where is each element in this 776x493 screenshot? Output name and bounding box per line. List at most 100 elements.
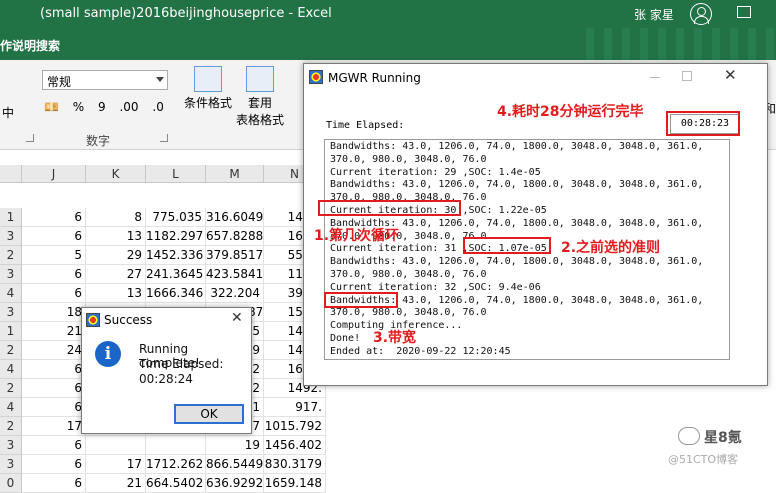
annotation-criterion: 2.之前选的准则 <box>561 240 661 256</box>
table-cell[interactable]: 1452.336 <box>146 246 206 265</box>
table-cell[interactable]: 1666.346 <box>146 284 206 303</box>
table-cell[interactable]: 1659.148 <box>264 474 326 493</box>
table-cell[interactable]: 13 <box>86 284 146 303</box>
log-line: Done! <box>330 333 361 344</box>
close-icon[interactable]: ✕ <box>231 310 243 326</box>
table-cell[interactable]: 24 <box>22 341 86 360</box>
column-header-j[interactable]: J <box>22 165 86 183</box>
table-cell[interactable]: 1015.792 <box>264 417 326 436</box>
annotation-box-iteration <box>318 200 461 216</box>
table-cell[interactable] <box>86 436 146 455</box>
row-header[interactable]: 1 <box>0 208 22 227</box>
number-format-combo[interactable]: 常规 <box>42 70 168 90</box>
row-header[interactable]: 3 <box>0 455 22 474</box>
table-cell[interactable]: 19 <box>206 436 264 455</box>
table-cell[interactable]: 29 <box>86 246 146 265</box>
conditional-format-label: 条件格式 <box>184 96 233 110</box>
watermark-site: @51CTO博客 <box>668 453 739 466</box>
row-header[interactable]: 2 <box>0 246 22 265</box>
conditional-format-button[interactable]: 条件格式 <box>184 66 232 111</box>
accounting-format-button[interactable]: 💴 <box>44 100 59 114</box>
log-line: 370.0, 980.0, 3048.0, 76.0 <box>330 153 487 165</box>
table-cell[interactable]: 917. <box>264 398 326 417</box>
chevron-down-icon <box>156 77 164 82</box>
table-cell[interactable]: 6 <box>22 265 86 284</box>
table-cell[interactable]: 322.204 <box>206 284 264 303</box>
table-cell[interactable]: 664.5402 <box>146 474 206 493</box>
table-cell[interactable]: 6 <box>22 379 86 398</box>
table-cell[interactable]: 1712.262 <box>146 455 206 474</box>
increase-decimal-button[interactable]: .00 <box>119 100 138 114</box>
table-cell[interactable]: 6 <box>22 474 86 493</box>
table-cell[interactable]: 21 <box>86 474 146 493</box>
decrease-decimal-button[interactable]: .0 <box>152 100 163 114</box>
row-header[interactable]: 2 <box>0 379 22 398</box>
row-header[interactable]: 3 <box>0 227 22 246</box>
number-group-label: 数字 <box>86 134 111 148</box>
tell-me-search[interactable]: 作说明搜索 <box>0 37 60 54</box>
table-cell[interactable]: 866.5449 <box>206 455 264 474</box>
table-cell[interactable]: 6 <box>22 360 86 379</box>
user-avatar-icon[interactable] <box>690 3 712 25</box>
table-cell[interactable]: 1182.297 <box>146 227 206 246</box>
annotation-box-elapsed <box>666 111 740 136</box>
percent-style-button[interactable]: % <box>73 100 84 114</box>
table-cell[interactable]: 8 <box>86 208 146 227</box>
table-cell[interactable]: 6 <box>22 227 86 246</box>
column-header-l[interactable]: L <box>146 165 206 183</box>
format-as-table-label-1: 套用 <box>248 96 273 110</box>
row-header[interactable]: 3 <box>0 265 22 284</box>
column-header-m[interactable]: M <box>206 165 264 183</box>
table-cell[interactable]: 636.9292 <box>206 474 264 493</box>
elapsed-time-value: 00:28:24 <box>139 372 193 386</box>
row-header[interactable]: 4 <box>0 284 22 303</box>
table-cell[interactable]: 830.3179 <box>264 455 326 474</box>
table-cell[interactable]: 18 <box>22 303 86 322</box>
table-cell[interactable]: 5 <box>22 246 86 265</box>
row-header[interactable]: 4 <box>0 360 22 379</box>
user-name[interactable]: 张 家星 <box>634 6 674 23</box>
table-cell[interactable]: 27 <box>86 265 146 284</box>
row-header[interactable]: 3 <box>0 436 22 455</box>
maximize-icon[interactable] <box>682 71 692 81</box>
success-dialog: Success ✕ i Running complete! Time Elaps… <box>81 307 252 434</box>
table-cell[interactable]: 657.8288 <box>206 227 264 246</box>
row-header[interactable]: 2 <box>0 417 22 436</box>
time-elapsed-label: Time Elapsed: <box>326 120 405 131</box>
table-cell[interactable]: 6 <box>22 398 86 417</box>
table-cell[interactable]: 6 <box>22 436 86 455</box>
table-cell[interactable]: 13 <box>86 227 146 246</box>
log-line: Bandwidths: 43.0, 1206.0, 74.0, 1800.0, … <box>330 141 704 152</box>
table-cell[interactable]: 423.5841 <box>206 265 264 284</box>
table-cell[interactable] <box>146 436 206 455</box>
table-cell[interactable]: 6 <box>22 284 86 303</box>
table-cell[interactable]: 17 <box>86 455 146 474</box>
column-header-k[interactable]: K <box>86 165 146 183</box>
select-all-corner[interactable] <box>0 165 22 183</box>
row-header[interactable]: 2 <box>0 341 22 360</box>
minimize-icon[interactable] <box>650 77 660 78</box>
close-icon[interactable]: ✕ <box>724 66 737 84</box>
format-as-table-button[interactable]: 套用 表格格式 <box>236 66 284 128</box>
table-cell[interactable]: 1456.402 <box>264 436 326 455</box>
row-header[interactable]: 1 <box>0 322 22 341</box>
table-cell[interactable]: 379.8517 <box>206 246 264 265</box>
number-group-launcher-icon[interactable] <box>160 134 168 142</box>
watermark-name: 星8氪 <box>704 430 742 446</box>
comma-style-button[interactable]: 9 <box>98 100 106 114</box>
table-cell[interactable]: 6 <box>22 455 86 474</box>
log-line: Bandwidths: 43.0, 1206.0, 74.0, 1800.0, … <box>330 179 704 191</box>
ok-button[interactable]: OK <box>174 404 244 424</box>
row-header[interactable]: 4 <box>0 398 22 417</box>
table-cell[interactable]: 17 <box>22 417 86 436</box>
row-header[interactable]: 0 <box>0 474 22 493</box>
table-cell[interactable]: 316.6049 <box>206 208 264 227</box>
table-cell[interactable]: 241.3645 <box>146 265 206 284</box>
ribbon-display-options-icon[interactable] <box>737 6 751 18</box>
alignment-group-launcher-icon[interactable] <box>26 134 34 142</box>
table-cell[interactable]: 6 <box>22 208 86 227</box>
row-header[interactable]: 3 <box>0 303 22 322</box>
table-cell[interactable]: 775.035 <box>146 208 206 227</box>
align-middle-button[interactable]: 中 <box>2 104 14 121</box>
table-cell[interactable]: 21 <box>22 322 86 341</box>
